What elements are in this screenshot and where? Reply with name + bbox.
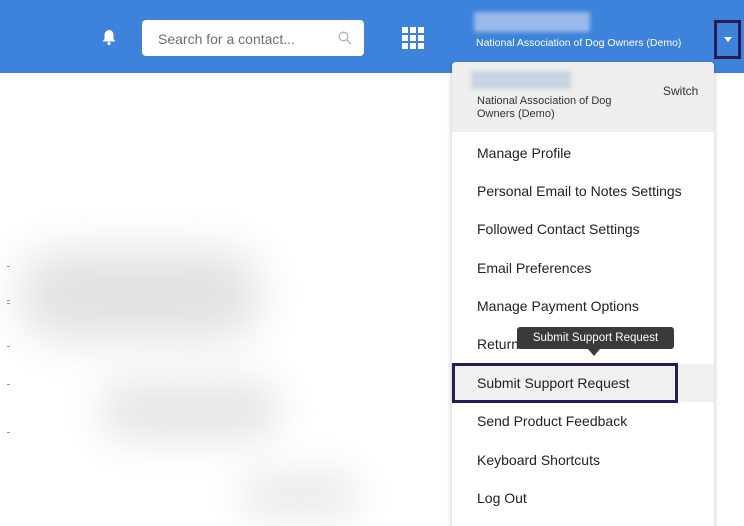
menu-org-name: National Association of Dog Owners (Demo…	[477, 95, 612, 120]
menu-item-keyboard-shortcuts[interactable]: Keyboard Shortcuts	[452, 441, 714, 479]
search-input[interactable]	[156, 20, 330, 58]
switch-account-link[interactable]: Switch	[663, 84, 698, 98]
menu-item-log-out[interactable]: Log Out	[452, 479, 714, 517]
menu-item-submit-support-request[interactable]: Submit Support Request	[452, 364, 714, 402]
tooltip-arrow	[588, 349, 600, 356]
menu-account-header: National Association of Dog Owners (Demo…	[452, 62, 714, 132]
background-content	[100, 380, 280, 440]
account-org-name[interactable]: National Association of Dog Owners (Demo…	[476, 37, 681, 49]
caret-down-icon	[724, 37, 732, 42]
menu-item-email-preferences[interactable]: Email Preferences	[452, 249, 714, 287]
background-content	[240, 470, 360, 520]
account-menu: National Association of Dog Owners (Demo…	[452, 62, 714, 526]
tooltip: Submit Support Request	[517, 327, 674, 349]
menu-item-followed-contact-settings[interactable]: Followed Contact Settings	[452, 210, 714, 248]
menu-item-manage-profile[interactable]: Manage Profile	[452, 134, 714, 172]
account-name-redacted	[471, 71, 571, 89]
background-mark	[7, 384, 10, 385]
background-content	[20, 250, 260, 340]
search-box	[142, 20, 364, 58]
search-icon[interactable]	[338, 31, 352, 45]
background-mark	[7, 266, 10, 267]
background-mark	[7, 346, 10, 347]
bell-icon[interactable]	[100, 28, 118, 46]
background-mark	[7, 300, 10, 301]
account-dropdown-button[interactable]	[714, 20, 741, 59]
menu-item-send-product-feedback[interactable]: Send Product Feedback	[452, 402, 714, 440]
account-name-redacted[interactable]	[474, 12, 590, 32]
menu-item-manage-payment-options[interactable]: Manage Payment Options	[452, 287, 714, 325]
background-mark	[7, 432, 10, 433]
menu-item-personal-email-settings[interactable]: Personal Email to Notes Settings	[452, 172, 714, 210]
grid-icon[interactable]	[402, 27, 424, 49]
background-mark	[7, 303, 10, 304]
